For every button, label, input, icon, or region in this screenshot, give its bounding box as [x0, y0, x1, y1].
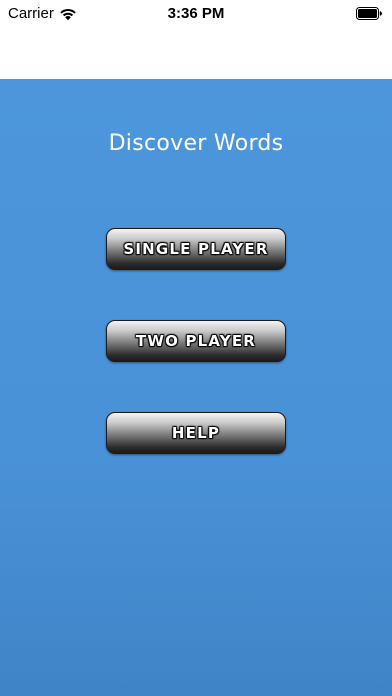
single-player-button[interactable]: SINGLE PLAYER	[106, 228, 286, 270]
two-player-button[interactable]: TWO PLAYER	[106, 320, 286, 362]
battery-icon	[356, 7, 382, 20]
app-screen: Carrier 3:36 PM Discover Words SINGLE PL…	[0, 0, 392, 696]
status-time: 3:36 PM	[167, 5, 225, 22]
status-bar: Carrier 3:36 PM	[0, 0, 392, 28]
app-title: Discover Words	[108, 131, 284, 156]
main-menu-area: Discover Words SINGLE PLAYER TWO PLAYER …	[0, 79, 392, 696]
help-button[interactable]: HELP	[106, 412, 286, 454]
